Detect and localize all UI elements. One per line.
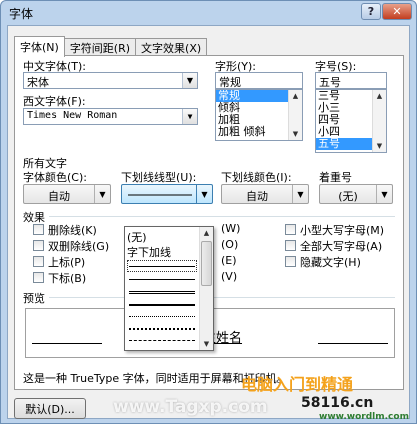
font-style-input[interactable]: 常规 [215, 72, 303, 89]
font-style-list[interactable]: 常规 倾斜 加粗 加粗 倾斜 ▲ ▼ [215, 89, 303, 141]
tab-strip: 字体(N) 字符间距(R) 文字效果(X) [14, 36, 208, 57]
preview-heading: 预览 [23, 292, 45, 305]
underline-option-thick[interactable] [129, 304, 195, 306]
all-caps-label[interactable]: 全部大写字母(A) [300, 238, 382, 254]
preview-rule-left [32, 343, 102, 344]
scroll-thumb[interactable] [201, 241, 212, 286]
font-size-input[interactable]: 五号 [315, 72, 387, 89]
emphasis-value: (无) [338, 190, 358, 203]
western-font-label: 西文字体(F): [23, 95, 86, 108]
strikethrough-label[interactable]: 删除线(K) [48, 222, 97, 238]
chinese-font-value: 宋体 [27, 76, 49, 89]
scroll-up-icon[interactable]: ▲ [200, 227, 213, 239]
double-strikethrough-checkbox[interactable] [33, 240, 44, 251]
close-button[interactable]: ✕ [382, 3, 412, 20]
font-color-label: 字体颜色(C): [23, 171, 87, 184]
underline-sample [128, 194, 192, 196]
effect-mid-label-2[interactable]: (O) [221, 238, 238, 251]
underline-option-words[interactable]: 字下加线 [127, 244, 197, 260]
emphasis-select[interactable]: (无) ▼ [319, 184, 393, 204]
hidden-text-checkbox[interactable] [285, 256, 296, 267]
dialog-client: 字体(N) 字符间距(R) 文字效果(X) 中文字体(T): 宋体 ▼ 西文字体… [7, 25, 410, 419]
tab-text-effects[interactable]: 文字效果(X) [135, 38, 208, 56]
close-icon: ✕ [392, 5, 402, 18]
chevron-down-icon[interactable]: ▼ [292, 185, 308, 203]
preview-rule-right [318, 343, 388, 344]
default-button[interactable]: 默认(D)... [14, 398, 86, 419]
western-font-value: Times New Roman [27, 110, 118, 121]
chevron-down-icon[interactable]: ▼ [182, 109, 197, 124]
scroll-up-icon[interactable]: ▲ [289, 90, 302, 102]
underline-option-dotted[interactable] [129, 316, 195, 317]
scroll-down-icon[interactable]: ▼ [200, 338, 213, 350]
title-bar[interactable]: 字体 ? ✕ [1, 1, 416, 23]
size-scrollbar[interactable]: ▲ ▼ [372, 90, 386, 152]
effect-mid-label-4[interactable]: (V) [221, 270, 237, 283]
font-color-value: 自动 [48, 190, 70, 203]
font-size-list[interactable]: 三号 小三 四号 小四 五号 ▲ ▼ [315, 89, 387, 153]
underline-option-single[interactable] [129, 266, 195, 267]
font-style-value: 常规 [219, 76, 241, 89]
preview-divider [49, 297, 395, 298]
scroll-up-icon[interactable]: ▲ [373, 90, 386, 102]
all-caps-checkbox[interactable] [285, 240, 296, 251]
strikethrough-checkbox[interactable] [33, 224, 44, 235]
superscript-checkbox[interactable] [33, 256, 44, 267]
tab-font[interactable]: 字体(N) [14, 36, 65, 57]
western-font-select[interactable]: Times New Roman ▼ [23, 108, 198, 125]
effect-mid-label-3[interactable]: (E) [221, 254, 237, 267]
underline-option-thick-dotted[interactable] [129, 328, 195, 330]
tab-character-spacing[interactable]: 字符间距(R) [63, 38, 137, 56]
chevron-down-icon[interactable]: ▼ [182, 73, 197, 88]
underline-color-select[interactable]: 自动 ▼ [221, 184, 309, 204]
window-title: 字体 [9, 7, 34, 21]
subscript-label[interactable]: 下标(B) [48, 270, 86, 286]
underline-style-select[interactable]: ▼ [121, 184, 213, 204]
popup-scrollbar[interactable]: ▲ ▼ [199, 227, 213, 350]
double-strikethrough-label[interactable]: 双删除线(G) [48, 238, 109, 254]
chevron-down-icon[interactable]: ▼ [94, 185, 110, 203]
help-icon: ? [367, 5, 375, 18]
font-size-value: 五号 [319, 76, 341, 89]
chinese-font-select[interactable]: 宋体 ▼ [23, 72, 198, 89]
effects-heading: 效果 [23, 211, 45, 224]
underline-style-popup[interactable]: (无) 字下加线 ▲ ▼ [124, 226, 214, 351]
effects-divider [49, 216, 395, 217]
underline-style-label: 下划线线型(U): [121, 171, 197, 184]
scroll-down-icon[interactable]: ▼ [373, 140, 386, 152]
superscript-label[interactable]: 上标(P) [48, 254, 85, 270]
underline-option-double[interactable] [129, 291, 195, 294]
underline-option-dashed[interactable] [129, 340, 195, 341]
font-color-select[interactable]: 自动 ▼ [23, 184, 111, 204]
effect-mid-label-1[interactable]: (W) [221, 222, 240, 235]
style-scrollbar[interactable]: ▲ ▼ [288, 90, 302, 140]
help-button[interactable]: ? [361, 3, 381, 20]
underline-option-single-2[interactable] [129, 279, 195, 280]
font-dialog: 字体 ? ✕ 字体(N) 字符间距(R) 文字效果(X) 中文字体(T): 宋体… [0, 0, 417, 424]
chevron-down-icon[interactable]: ▼ [376, 185, 392, 203]
hidden-text-label[interactable]: 隐藏文字(H) [300, 254, 361, 270]
emphasis-label: 着重号 [319, 171, 352, 184]
underline-color-value: 自动 [246, 190, 268, 203]
underline-color-label: 下划线颜色(I): [221, 171, 292, 184]
small-caps-label[interactable]: 小型大写字母(M) [300, 222, 384, 238]
scroll-down-icon[interactable]: ▼ [289, 128, 302, 140]
subscript-checkbox[interactable] [33, 272, 44, 283]
small-caps-checkbox[interactable] [285, 224, 296, 235]
underline-option-none[interactable]: (无) [127, 229, 197, 245]
chevron-down-icon[interactable]: ▼ [196, 185, 212, 203]
preview-note: 这是一种 TrueType 字体，同时适用于屏幕和打印机。 [23, 372, 288, 385]
